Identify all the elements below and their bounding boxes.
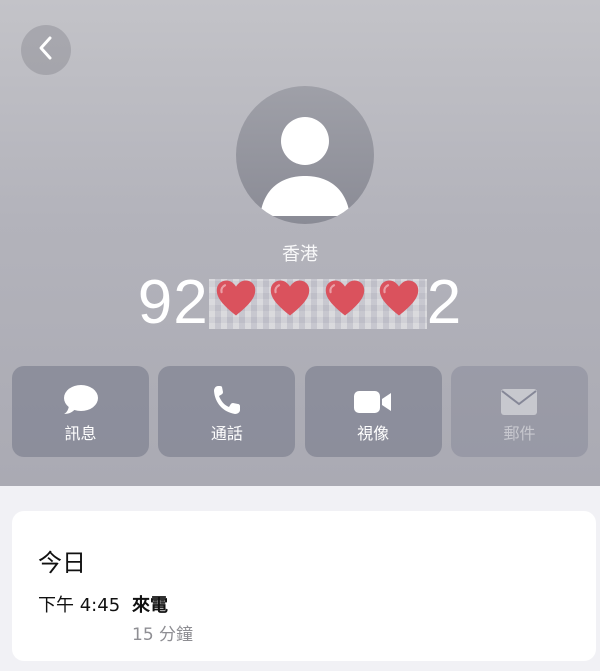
- call-type: 來電: [132, 595, 168, 616]
- message-button[interactable]: 訊息: [12, 366, 149, 457]
- phone-icon: [212, 380, 242, 416]
- heart-icon: [380, 280, 419, 316]
- person-icon: [260, 117, 350, 216]
- heart-icon: [216, 280, 256, 316]
- call-history-card: 今日 下午 4:45 來電 15 分鐘: [12, 511, 596, 661]
- phone-number[interactable]: 92 2: [0, 268, 600, 338]
- video-icon: [353, 380, 393, 416]
- phone-number-suffix: 2: [426, 268, 463, 337]
- call-time: 下午 4:45: [38, 595, 121, 616]
- call-duration: 15 分鐘: [132, 625, 194, 645]
- call-button[interactable]: 通話: [158, 366, 296, 457]
- avatar: [236, 86, 374, 224]
- message-icon: [63, 380, 99, 416]
- phone-number-prefix: 92: [137, 268, 209, 337]
- call-history-date: 今日: [38, 549, 86, 577]
- mail-icon: [500, 380, 538, 416]
- contact-header: 香港 92 2 訊息 通話 視像 郵件: [0, 0, 600, 486]
- mail-label: 郵件: [503, 423, 536, 443]
- chevron-left-icon: [36, 35, 56, 65]
- back-button[interactable]: [21, 25, 71, 75]
- quick-actions: 訊息 通話 視像 郵件: [12, 366, 588, 457]
- redacted-digits: [208, 279, 427, 329]
- number-region-label: 香港: [282, 244, 318, 265]
- heart-icon: [325, 280, 365, 316]
- mail-button[interactable]: 郵件: [450, 366, 588, 457]
- message-label: 訊息: [64, 423, 97, 443]
- heart-icon: [271, 280, 310, 316]
- call-label: 通話: [210, 423, 243, 443]
- video-label: 視像: [357, 423, 390, 443]
- contact-detail-screen: 香港 92 2 訊息 通話 視像 郵件 今日 下午 4:45 來電 15 分鐘: [0, 0, 600, 671]
- video-button[interactable]: 視像: [304, 366, 442, 457]
